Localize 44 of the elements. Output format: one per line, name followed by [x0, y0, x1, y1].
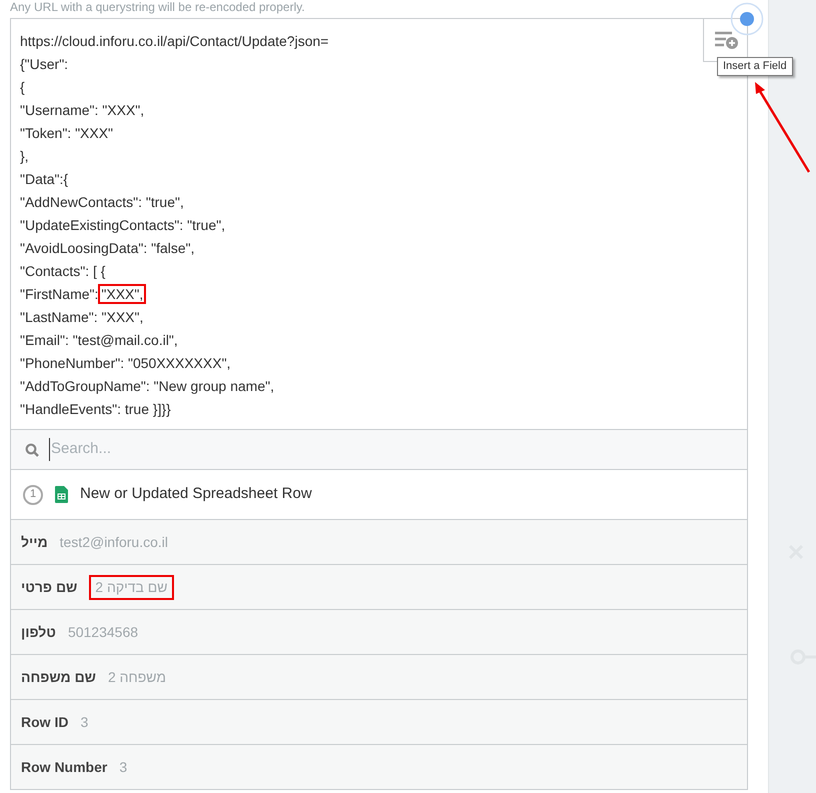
field-option[interactable]: שם פרטי שם בדיקה 2	[10, 565, 748, 610]
field-label: מייל	[21, 532, 48, 552]
editor-line: {"User":	[20, 55, 68, 74]
field-value: 3	[80, 712, 88, 732]
field-value: 3	[119, 758, 128, 776]
field-option[interactable]: Row ID 3	[10, 700, 748, 745]
search-field[interactable]: Search...	[10, 430, 748, 470]
field-label: שם משפחה	[21, 668, 96, 686]
editor-line: },	[20, 147, 29, 166]
editor-line: "UpdateExistingContacts": "true",	[20, 216, 226, 235]
editor-line: "PhoneNumber": "050XXXXXXX",	[20, 354, 231, 373]
editor-line: "AddToGroupName": "New group name",	[20, 377, 274, 396]
field-label: טלפון	[21, 622, 56, 642]
editor-line: "Token": "XXX"	[20, 124, 114, 143]
editor-line: https://cloud.inforu.co.il/api/Contact/Update?json=	[20, 32, 329, 51]
indicator-dot-icon	[730, 2, 764, 36]
editor-line: "AddNewContacts": "true",	[20, 193, 184, 212]
editor-line: "FirstName": "XXX",	[20, 283, 146, 306]
field-label: Row ID	[21, 712, 68, 732]
search-input[interactable]: Search...	[49, 438, 733, 461]
search-icon	[25, 442, 39, 456]
field-option[interactable]: Row Number 3	[10, 745, 748, 790]
list-plus-icon	[714, 30, 738, 50]
spreadsheet-icon	[55, 486, 68, 503]
step-title: New or Updated Spreadsheet Row	[80, 484, 312, 504]
highlighted-text: "XXX",	[98, 284, 146, 304]
editor-line: "Username": "XXX",	[20, 101, 144, 120]
editor-line: "LastName": "XXX",	[20, 308, 144, 327]
field-value: שם בדיקה 2	[89, 574, 174, 600]
editor-line: "Data":{	[20, 170, 68, 189]
field-label: שם פרטי	[21, 578, 78, 596]
field-label: Row Number	[21, 758, 108, 776]
editor-line: "Email": "test@mail.co.il",	[20, 331, 178, 350]
step-number: 1	[23, 484, 43, 504]
field-value: test2@inforu.co.il	[60, 532, 168, 552]
field-option[interactable]: שם משפחה משפחה 2	[10, 655, 748, 700]
hint-text: Any URL with a querystring will be re-encoded properly.	[10, 0, 305, 16]
tooltip: Insert a Field	[717, 57, 793, 76]
editor-line: "AvoidLoosingData": "false",	[20, 239, 195, 258]
editor-line: "Contacts": [ {	[20, 262, 106, 281]
field-value: משפחה 2	[108, 668, 166, 686]
field-value: 501234568	[68, 622, 138, 642]
editor-line: {	[20, 78, 25, 97]
editor-line: "HandleEvents": true }]}}	[20, 400, 171, 419]
